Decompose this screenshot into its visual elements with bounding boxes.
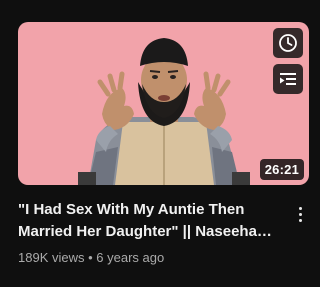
video-title[interactable]: "I Had Sex With My Auntie Then Married H…	[18, 199, 288, 243]
watch-later-button[interactable]	[273, 28, 303, 58]
upload-age: 6 years ago	[96, 250, 165, 265]
more-actions-button[interactable]	[292, 203, 308, 225]
view-count: 189K views	[18, 250, 85, 265]
video-stats: 189K views • 6 years ago	[18, 249, 288, 267]
video-card[interactable]: 26:21 "I Had Sex With My Auntie Then Mar…	[0, 0, 320, 287]
duration-badge: 26:21	[259, 159, 304, 180]
separator-dot: •	[88, 250, 93, 265]
video-meta: "I Had Sex With My Auntie Then Married H…	[18, 199, 288, 267]
more-vert-icon	[298, 206, 302, 210]
add-to-queue-button[interactable]	[273, 64, 303, 94]
queue-icon	[280, 73, 296, 85]
video-thumbnail[interactable]: 26:21	[18, 22, 309, 185]
clock-icon	[279, 34, 297, 52]
